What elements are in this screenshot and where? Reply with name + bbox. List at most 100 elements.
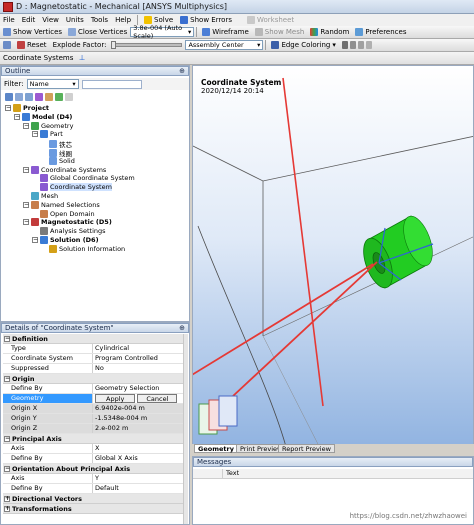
- menu-help[interactable]: Help: [112, 16, 134, 24]
- details-value[interactable]: 2.e-002 m: [93, 424, 183, 433]
- details-row[interactable]: Define By Geometry Selection: [3, 384, 183, 394]
- tree-item[interactable]: Global Coordinate System: [32, 174, 135, 183]
- tree-item[interactable]: Open Domain: [32, 209, 95, 218]
- graphics-viewport[interactable]: Coordinate System 2020/12/14 20:14: [192, 65, 474, 453]
- filter-input[interactable]: [81, 79, 142, 89]
- wireframe-button[interactable]: Wireframe: [199, 27, 252, 38]
- tab-geometry[interactable]: Geometry: [194, 444, 238, 453]
- tree-filter-icon[interactable]: [25, 92, 33, 101]
- collapse-toggle-icon[interactable]: −: [32, 237, 38, 243]
- tree-tool-icon[interactable]: [55, 92, 63, 101]
- new-coordinate-system-button[interactable]: ⟂: [76, 53, 87, 64]
- tree-item[interactable]: − Geometry: [23, 121, 73, 130]
- tree-item[interactable]: − Named Selections: [23, 200, 100, 209]
- details-section[interactable]: + Directional Vectors: [3, 494, 183, 504]
- edge-tools-icons[interactable]: [339, 40, 375, 51]
- tree-item[interactable]: − Part: [32, 130, 63, 139]
- details-value[interactable]: -1.5348e-004 m: [93, 414, 183, 423]
- details-value[interactable]: X: [93, 444, 183, 453]
- tree-tool-icon[interactable]: [65, 92, 73, 101]
- details-title: Details of "Coordinate System": [5, 324, 114, 332]
- tree-item[interactable]: − Solution (D6): [32, 236, 99, 244]
- apply-button[interactable]: Apply: [95, 394, 136, 403]
- menu-tools[interactable]: Tools: [88, 16, 111, 24]
- explode-factor-slider[interactable]: [111, 41, 183, 49]
- details-row[interactable]: Axis X: [3, 444, 183, 454]
- tree-item[interactable]: − Coordinate Systems: [23, 165, 106, 174]
- collapse-icon[interactable]: [15, 92, 23, 101]
- details-value[interactable]: Cylindrical: [93, 344, 183, 353]
- details-row[interactable]: Define By Global X Axis: [3, 454, 183, 464]
- details-row[interactable]: Origin Y -1.5348e-004 m: [3, 414, 183, 424]
- tree-view-icon[interactable]: [35, 92, 43, 101]
- tree-item[interactable]: Mesh: [23, 192, 58, 200]
- slider-handle[interactable]: [111, 41, 117, 49]
- details-section[interactable]: − Principal Axis: [3, 434, 183, 444]
- folder-icon[interactable]: [45, 92, 53, 101]
- menu-view[interactable]: View: [39, 16, 62, 24]
- tree-item[interactable]: Solid: [41, 156, 75, 165]
- section-toggle-icon[interactable]: −: [4, 335, 10, 342]
- outline-title: Outline: [5, 67, 31, 75]
- close-vertices-button[interactable]: Close Vertices: [65, 27, 130, 38]
- section-toggle-icon[interactable]: −: [4, 435, 10, 442]
- expand-all-icon[interactable]: [5, 92, 13, 101]
- details-value[interactable]: Global X Axis: [93, 454, 183, 463]
- filter-combo[interactable]: Name ▾: [26, 79, 79, 89]
- details-section[interactable]: − Origin: [3, 374, 183, 384]
- menu-edit[interactable]: Edit: [19, 16, 39, 24]
- details-row[interactable]: Type Cylindrical: [3, 344, 183, 354]
- details-row[interactable]: Origin X 6.9402e-004 m: [3, 404, 183, 414]
- section-toggle-icon[interactable]: −: [4, 375, 10, 382]
- show-vertices-button[interactable]: Show Vertices: [0, 27, 65, 38]
- tab-report-preview[interactable]: Report Preview: [278, 444, 335, 453]
- details-row[interactable]: Axis Y: [3, 474, 183, 484]
- details-value[interactable]: 6.9402e-004 m: [93, 404, 183, 413]
- tree-item[interactable]: − Project: [5, 104, 49, 112]
- collapse-toggle-icon[interactable]: −: [23, 122, 29, 129]
- tree-item[interactable]: − Model (D4): [14, 112, 72, 121]
- details-section[interactable]: − Orientation About Principal Axis: [3, 464, 183, 474]
- details-row[interactable]: Define By Default: [3, 484, 183, 494]
- pin-icon[interactable]: ⊕: [179, 324, 185, 332]
- show-mesh-button[interactable]: Show Mesh: [252, 27, 308, 38]
- details-row[interactable]: Origin Z 2.e-002 m: [3, 424, 183, 434]
- section-toggle-icon[interactable]: −: [4, 465, 10, 472]
- reset-button[interactable]: Reset: [14, 40, 50, 51]
- details-value[interactable]: Geometry Selection: [93, 384, 183, 393]
- details-row[interactable]: Coordinate System Program Controlled: [3, 354, 183, 364]
- collapse-toggle-icon[interactable]: −: [23, 201, 29, 208]
- random-colors-button[interactable]: Random: [307, 27, 352, 38]
- tree-item[interactable]: Solution Information: [41, 244, 125, 253]
- details-value[interactable]: No: [93, 364, 183, 373]
- details-value[interactable]: Apply Cancel: [93, 394, 183, 403]
- details-value[interactable]: Y: [93, 474, 183, 483]
- details-row[interactable]: Geometry Apply Cancel: [3, 394, 183, 404]
- tree-item[interactable]: Coordinate System: [32, 183, 112, 192]
- collapse-toggle-icon[interactable]: −: [23, 166, 29, 173]
- preferences-button[interactable]: Preferences: [352, 27, 409, 38]
- menu-file[interactable]: File: [0, 16, 18, 24]
- pin-icon[interactable]: ⊕: [179, 67, 185, 75]
- details-section[interactable]: − Definition: [3, 334, 183, 344]
- tree-item[interactable]: − Magnetostatic (D5): [23, 218, 112, 227]
- section-toggle-icon[interactable]: +: [4, 505, 10, 512]
- collapse-toggle-icon[interactable]: −: [5, 105, 11, 111]
- details-scrollbar[interactable]: [183, 334, 188, 524]
- details-section[interactable]: + Transformations: [3, 504, 183, 514]
- worksheet-button[interactable]: Worksheet: [244, 15, 297, 26]
- edge-coloring-button[interactable]: Edge Coloring ▾: [268, 40, 338, 51]
- collapse-toggle-icon[interactable]: −: [32, 131, 38, 138]
- details-value[interactable]: Default: [93, 484, 183, 493]
- cancel-button[interactable]: Cancel: [137, 394, 178, 403]
- autoscale-combo[interactable]: 3.8e-004 (Auto Scale) ▾: [130, 24, 195, 40]
- assembly-center-combo[interactable]: Assembly Center ▾: [185, 40, 264, 50]
- collapse-toggle-icon[interactable]: −: [14, 113, 20, 120]
- details-value[interactable]: Program Controlled: [93, 354, 183, 363]
- section-toggle-icon[interactable]: +: [4, 495, 10, 502]
- tree-item[interactable]: Analysis Settings: [32, 227, 106, 236]
- collapse-toggle-icon[interactable]: −: [23, 219, 29, 226]
- details-row[interactable]: Suppressed No: [3, 364, 183, 374]
- menu-units[interactable]: Units: [63, 16, 87, 24]
- explode-icon-button[interactable]: [0, 40, 14, 51]
